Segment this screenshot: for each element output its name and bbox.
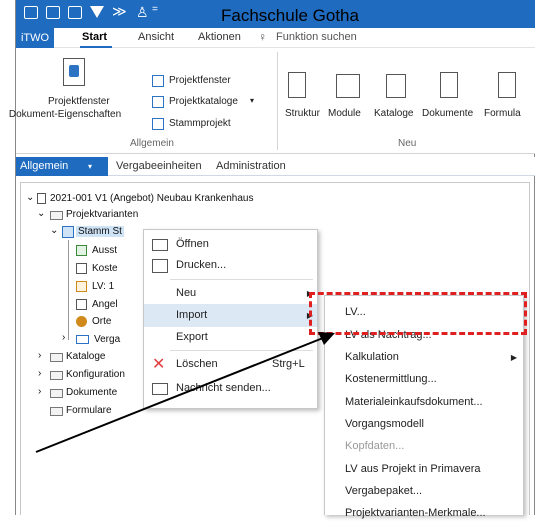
annotation-arrow-line [35,335,329,453]
annotation-arrow [35,332,335,453]
